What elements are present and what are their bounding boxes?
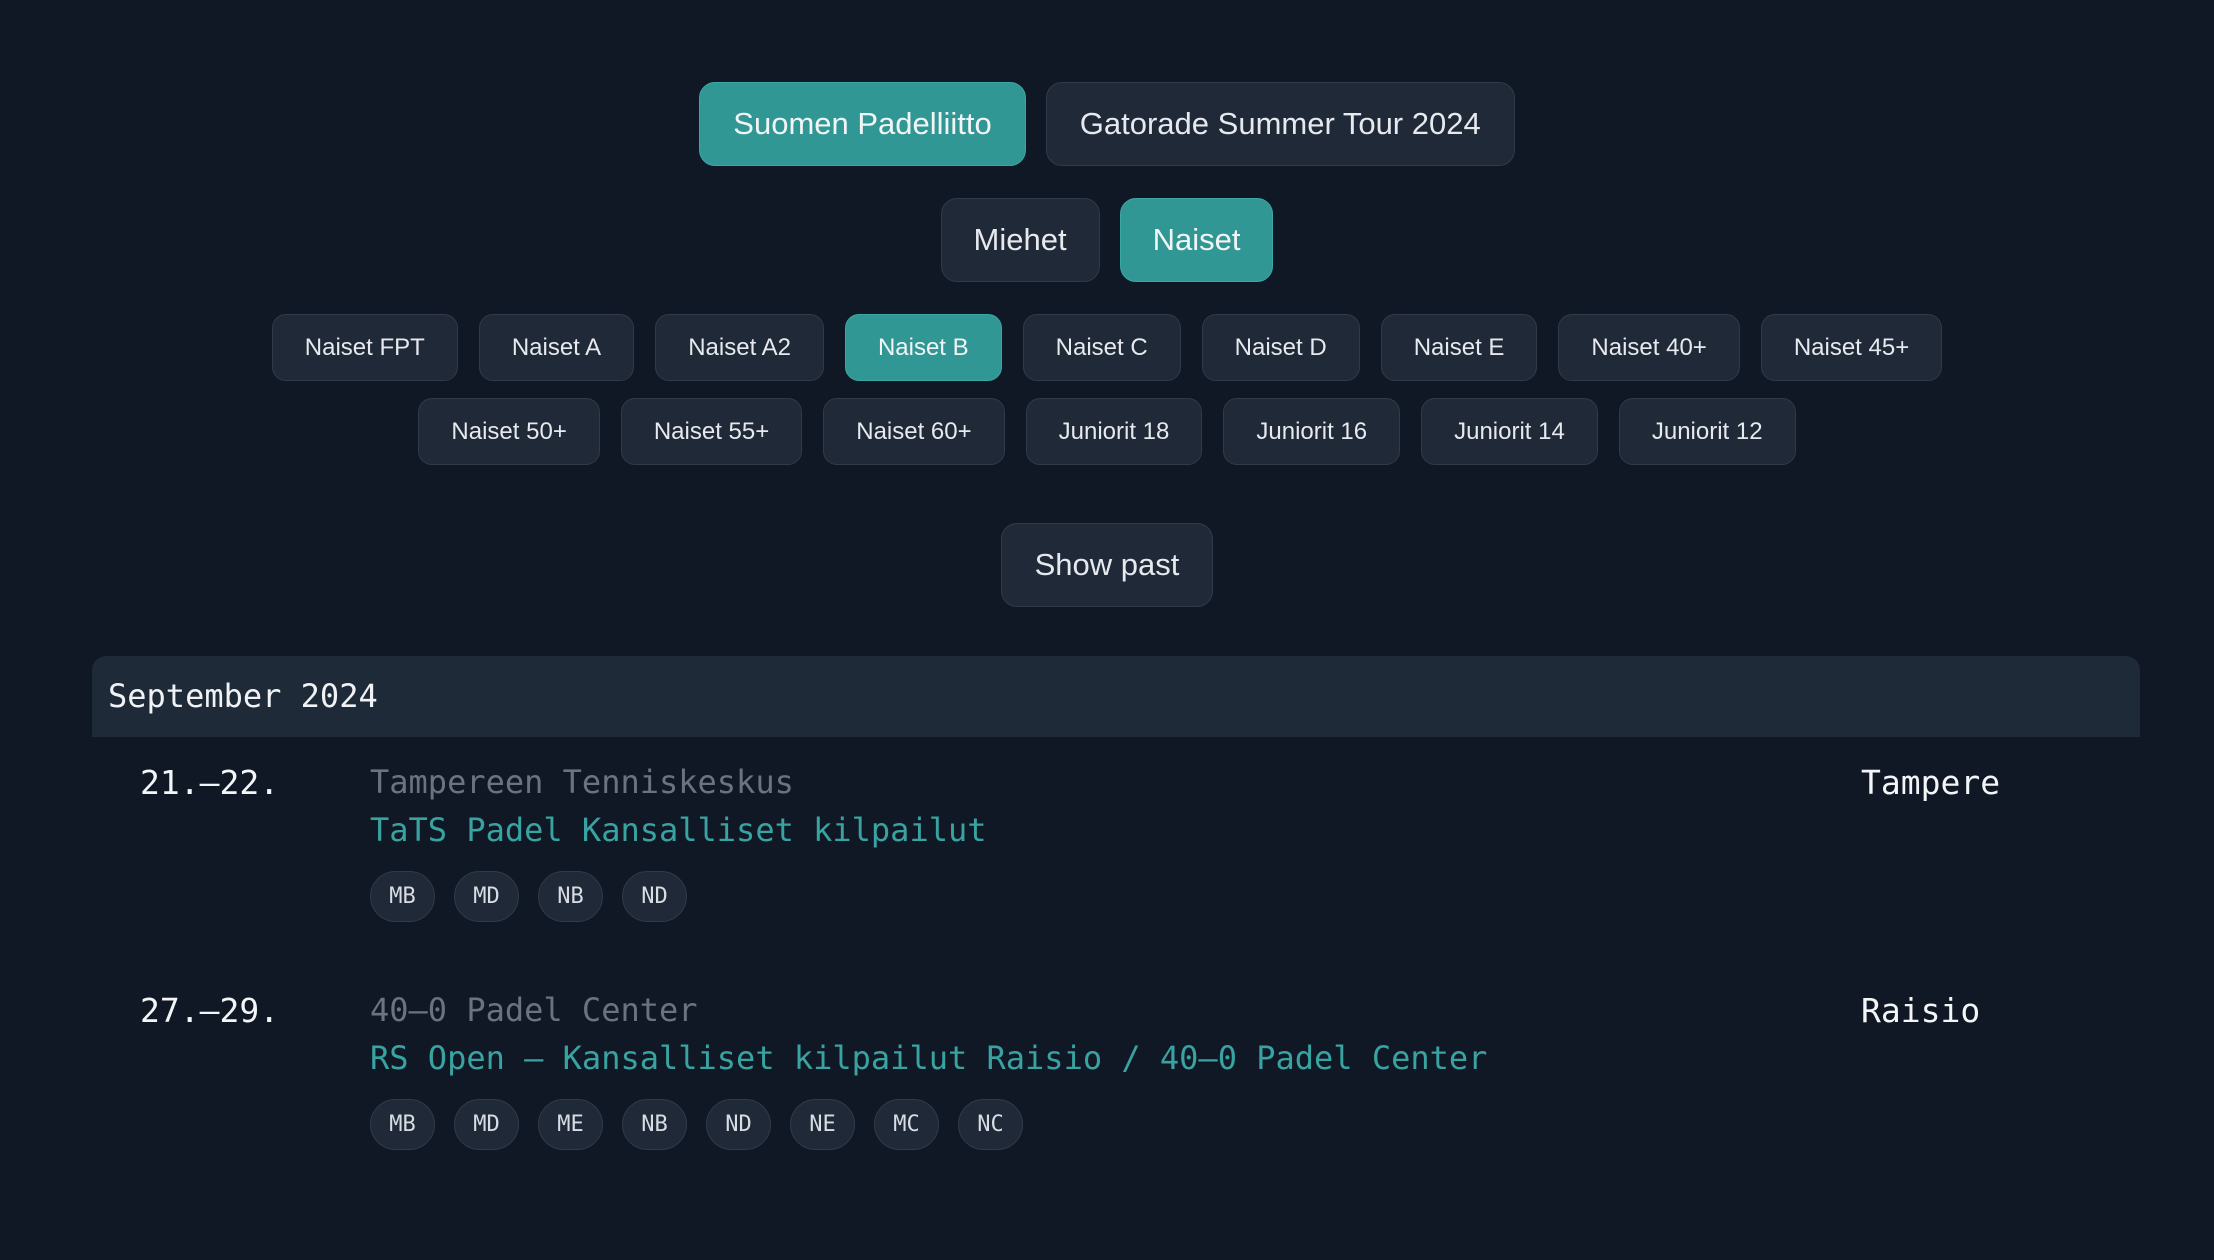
org-tab-suomen-padelliitto[interactable]: Suomen Padelliitto [699, 82, 1026, 166]
event-row: 27.–29. 40–0 Padel Center RS Open – Kansal… [0, 965, 2214, 1193]
event-row: 21.–22. Tampereen Tenniskeskus TaTS Padel … [0, 737, 2214, 965]
category-filter-juniorit-16[interactable]: Juniorit 16 [1223, 398, 1401, 465]
category-tag: NE [790, 1099, 855, 1150]
category-filter-juniorit-18[interactable]: Juniorit 18 [1025, 398, 1203, 465]
event-city: Raisio [1861, 991, 1981, 1030]
category-filter-naiset-fpt[interactable]: Naiset FPT [271, 314, 458, 381]
event-date: 21.–22. [140, 763, 280, 802]
category-tag: NB [622, 1099, 687, 1150]
show-past-button[interactable]: Show past [1000, 523, 1214, 607]
organization-tabs: Suomen Padelliitto Gatorade Summer Tour 2… [0, 82, 2214, 166]
org-tab-gatorade-summer-tour-2024[interactable]: Gatorade Summer Tour 2024 [1045, 82, 1515, 166]
event-list: 21.–22. Tampereen Tenniskeskus TaTS Padel … [0, 737, 2214, 1193]
category-tag: NB [538, 871, 603, 922]
category-filter-naiset-b[interactable]: Naiset B [844, 314, 1002, 381]
event-city: Tampere [1861, 763, 2001, 802]
category-filters-row-1: Naiset FPT Naiset A Naiset A2 Naiset B Naise… [0, 314, 2214, 381]
category-tag: ME [538, 1099, 603, 1150]
event-title-link[interactable]: RS Open – Kansalliset kilpailut Raisio /… [370, 1039, 1487, 1077]
category-tag: ND [622, 871, 687, 922]
category-filter-naiset-e[interactable]: Naiset E [1380, 314, 1538, 381]
event-category-tags: MB MD ME NB ND NE MC NC [370, 1099, 1023, 1150]
category-tag: MC [874, 1099, 939, 1150]
category-filter-naiset-c[interactable]: Naiset C [1022, 314, 1181, 381]
show-past-row: Show past [0, 523, 2214, 607]
category-filter-naiset-a[interactable]: Naiset A [478, 314, 635, 381]
category-tag: MD [454, 871, 519, 922]
gender-tab-miehet[interactable]: Miehet [940, 198, 1100, 282]
category-filter-naiset-a2[interactable]: Naiset A2 [655, 314, 824, 381]
event-category-tags: MB MD NB ND [370, 871, 687, 922]
category-filter-naiset-45[interactable]: Naiset 45+ [1760, 314, 1943, 381]
category-tag: MB [370, 871, 435, 922]
event-venue: Tampereen Tenniskeskus [370, 763, 794, 801]
event-venue: 40–0 Padel Center [370, 991, 698, 1029]
category-filter-naiset-d[interactable]: Naiset D [1201, 314, 1360, 381]
category-tag: MD [454, 1099, 519, 1150]
category-filter-naiset-50[interactable]: Naiset 50+ [418, 398, 600, 465]
category-filter-naiset-40[interactable]: Naiset 40+ [1558, 314, 1740, 381]
gender-tabs: Miehet Naiset [0, 198, 2214, 282]
event-title-link[interactable]: TaTS Padel Kansalliset kilpailut [370, 811, 987, 849]
event-date: 27.–29. [140, 991, 280, 1030]
category-filter-juniorit-12[interactable]: Juniorit 12 [1618, 398, 1796, 465]
category-tag: NC [958, 1099, 1023, 1150]
category-tag: MB [370, 1099, 435, 1150]
category-tag: ND [706, 1099, 771, 1150]
category-filter-juniorit-14[interactable]: Juniorit 14 [1421, 398, 1598, 465]
month-header: September 2024 [92, 656, 2140, 737]
category-filters-row-2: Naiset 50+ Naiset 55+ Naiset 60+ Juniorit 1… [0, 398, 2214, 465]
gender-tab-naiset[interactable]: Naiset [1119, 198, 1274, 282]
category-filter-naiset-60[interactable]: Naiset 60+ [823, 398, 1005, 465]
category-filter-naiset-55[interactable]: Naiset 55+ [620, 398, 803, 465]
